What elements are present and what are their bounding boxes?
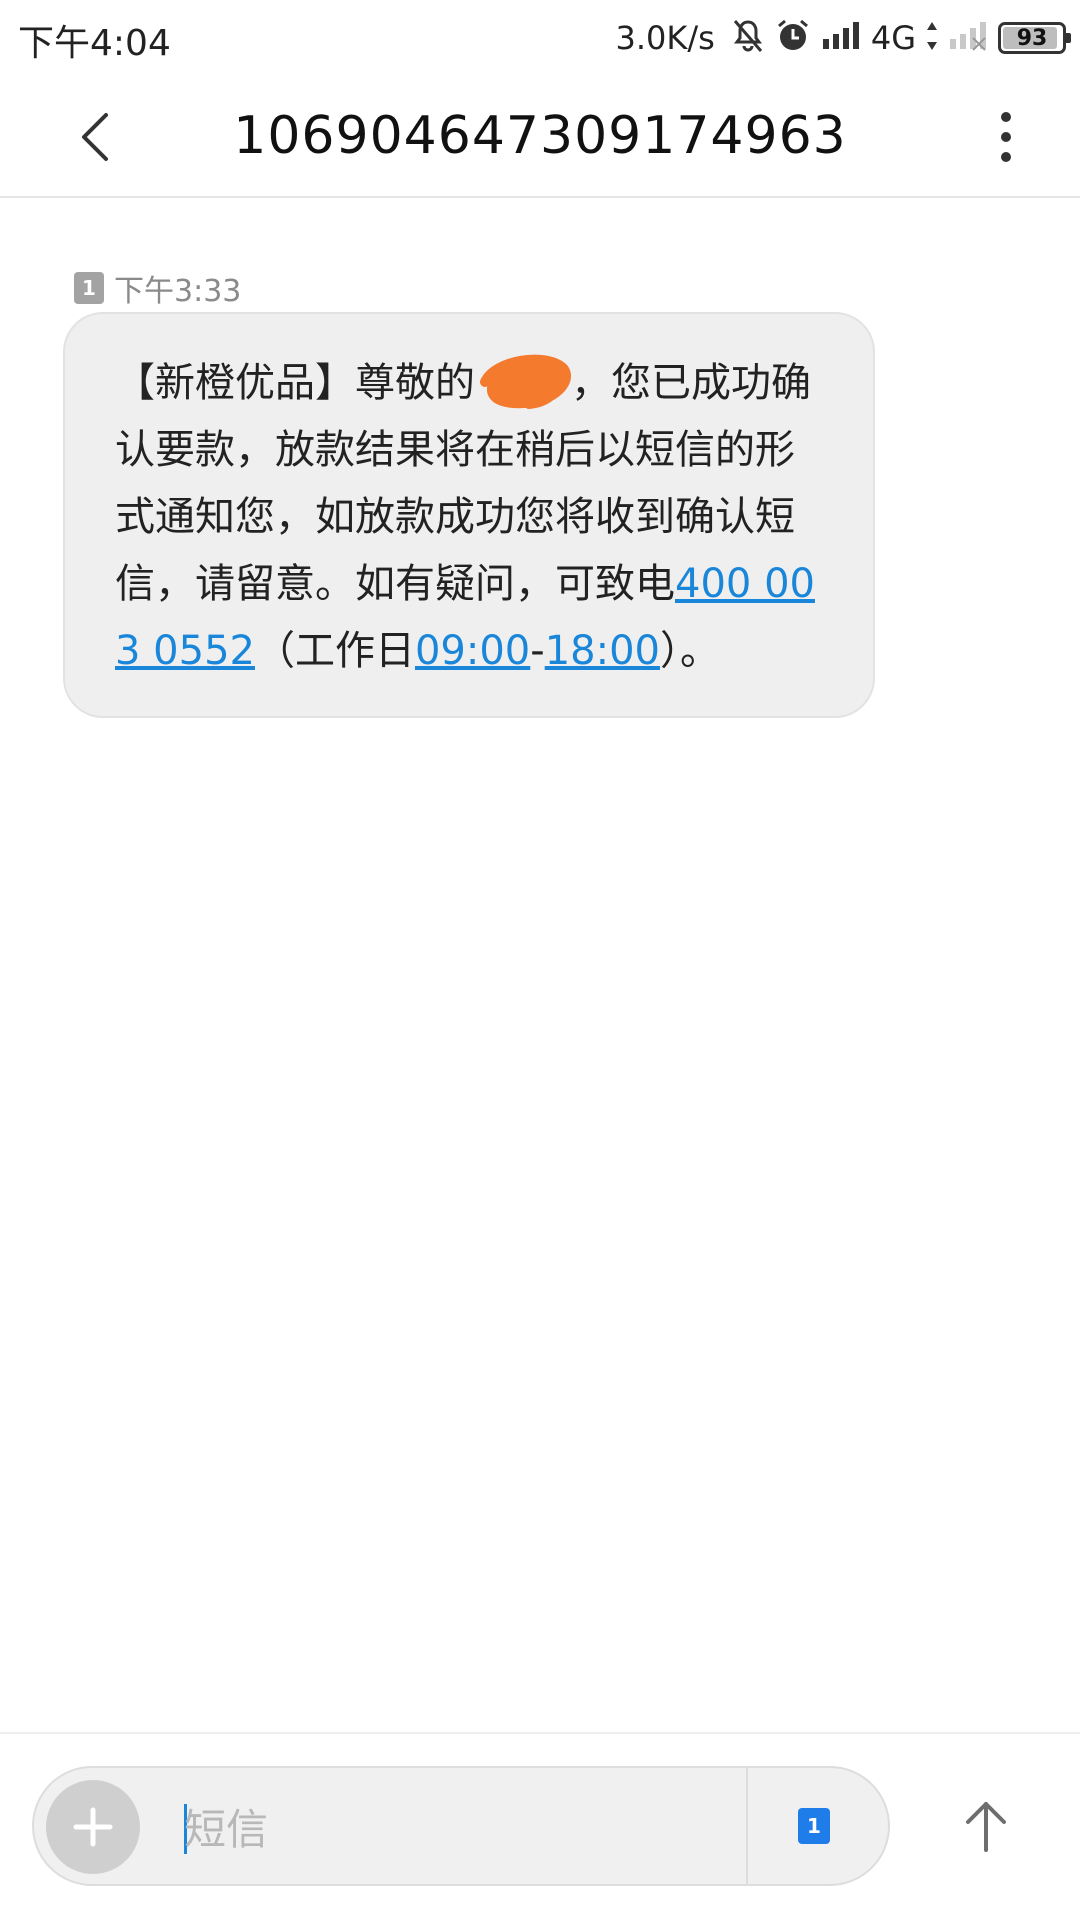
message-bubble[interactable]: 【新橙优品】尊敬的 ，您已成功确认要款，放款结果将在稍后以短信的形式通知您，如放款… xyxy=(63,312,875,718)
status-icons: 3.0K/s 4G 93 xyxy=(615,10,1071,66)
divider xyxy=(746,1768,748,1884)
battery-cap xyxy=(1066,33,1071,43)
back-button[interactable] xyxy=(58,100,132,174)
data-arrows-icon xyxy=(926,21,938,55)
message-text-part: - xyxy=(530,628,545,674)
network-type: 4G xyxy=(870,19,916,57)
time-link-start[interactable]: 09:00 xyxy=(415,628,530,674)
sms-input[interactable] xyxy=(182,1792,736,1866)
page-title: 106904647309174963 xyxy=(233,106,847,166)
chevron-left-icon xyxy=(82,113,108,161)
status-bar: 下午4:04 3.0K/s 4G 93 xyxy=(0,0,1080,78)
signal-icon xyxy=(821,21,861,55)
status-time: 下午4:04 xyxy=(18,23,171,64)
battery-level: 93 xyxy=(1016,25,1048,51)
plus-icon xyxy=(73,1807,113,1847)
time-link-end[interactable]: 18:00 xyxy=(545,628,660,674)
message-text-part: 【新橙优品】尊敬的 xyxy=(115,360,475,406)
sim-select-button[interactable]: 1 xyxy=(786,1798,842,1854)
message-text-part: ）。 xyxy=(659,628,720,674)
composer-field: 1 xyxy=(32,1766,890,1886)
composer-bar: 1 xyxy=(0,1732,1080,1922)
arrow-up-icon xyxy=(966,1802,1006,1852)
sim-card-icon: 1 xyxy=(74,272,104,304)
conversation-header: 106904647309174963 xyxy=(0,78,1080,198)
battery-icon: 93 xyxy=(998,22,1071,54)
signal-empty-icon xyxy=(948,21,988,55)
message-time: 下午3:33 xyxy=(114,274,242,309)
message-text-part: （工作日 xyxy=(254,628,415,674)
net-speed: 3.0K/s xyxy=(615,19,715,57)
send-button[interactable] xyxy=(944,1784,1028,1868)
alarm-icon xyxy=(775,18,811,58)
mute-icon xyxy=(731,18,765,58)
sim-card-icon: 1 xyxy=(798,1808,830,1844)
redaction-scribble xyxy=(475,352,571,414)
message-meta: 1 下午3:33 xyxy=(74,266,241,310)
more-vertical-icon xyxy=(1001,112,1011,162)
more-options-button[interactable] xyxy=(976,100,1036,174)
message-text: 【新橙优品】尊敬的 ，您已成功确认要款，放款结果将在稍后以短信的形式通知您，如放款… xyxy=(115,350,833,685)
add-attachment-button[interactable] xyxy=(46,1780,140,1874)
